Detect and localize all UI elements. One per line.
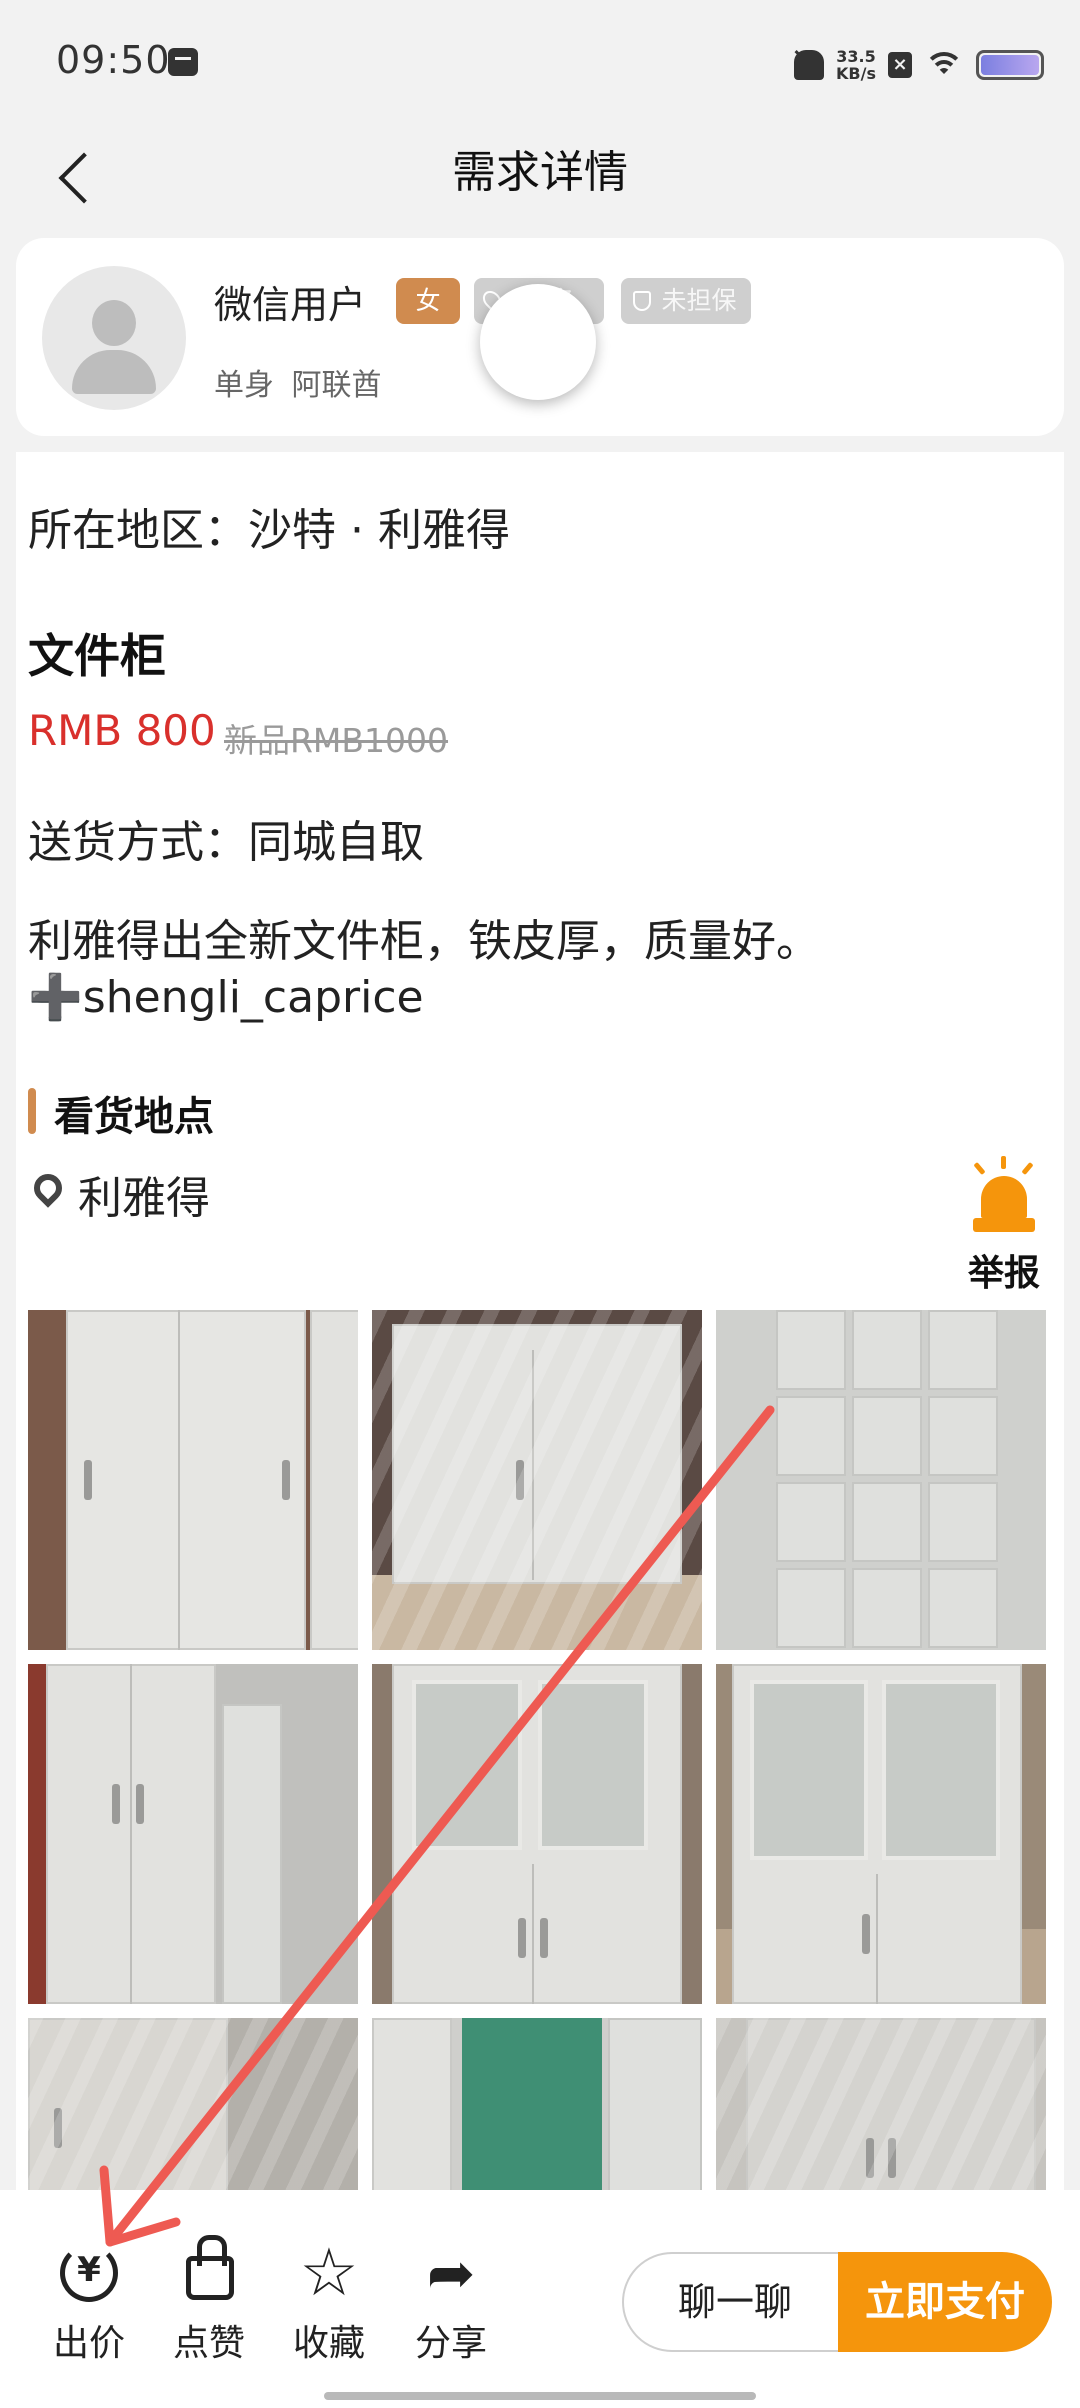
home-indicator[interactable] (324, 2392, 756, 2400)
user-name: 微信用户 (214, 283, 367, 327)
product-photo[interactable] (716, 1310, 1046, 1650)
share-arrow-icon: ➦ (426, 2239, 476, 2307)
listing-content: 所在地区：沙特 · 利雅得 文件柜 RMB 800 新品RMB1000 送货方式… (16, 452, 1064, 2358)
section-accent-bar (28, 1088, 36, 1134)
offer-label: 出价 (52, 2323, 125, 2364)
floating-assistive-button[interactable] (480, 284, 596, 400)
like-label: 点赞 (172, 2323, 245, 2364)
chat-button[interactable]: 聊一聊 (622, 2252, 848, 2352)
like-button[interactable]: 点赞 (154, 2235, 264, 2366)
guarantee-badge-label: 未担保 (661, 286, 737, 315)
report-siren-icon (967, 1156, 1041, 1240)
description-line: 利雅得出全新文件柜，铁皮厚，质量好。 (28, 916, 820, 967)
offer-currency-symbol: ¥ (77, 2250, 101, 2290)
pay-now-button[interactable]: 立即支付 (838, 2252, 1052, 2352)
product-photo[interactable] (372, 1664, 702, 2004)
region-text: 所在地区：沙特 · 利雅得 (28, 505, 510, 556)
product-photo[interactable] (28, 1664, 358, 2004)
navigation-bar: 需求详情 (0, 120, 1080, 240)
offer-icon: ¥ (54, 2238, 124, 2308)
network-speed: 33.5 KB/s (836, 48, 876, 82)
offer-button[interactable]: ¥ 出价 (34, 2238, 144, 2366)
network-speed-value: 33.5 (836, 47, 876, 66)
report-button[interactable]: 举报 (954, 1156, 1054, 1296)
product-title: 文件柜 (28, 629, 166, 683)
status-indicators: 33.5 KB/s × (794, 40, 1044, 90)
network-speed-unit: KB/s (836, 64, 876, 83)
share-button[interactable]: ➦ 分享 (396, 2238, 506, 2366)
delivery-method: 送货方式：同城自取 (28, 817, 424, 868)
like-thumb-icon (174, 2235, 244, 2308)
location-section-title: 看货地点 (54, 1094, 214, 1140)
user-subinfo: 单身 阿联酋 (214, 360, 382, 404)
description-line: ➕shengli_caprice (28, 972, 424, 1023)
guarantee-badge: 未担保 (621, 278, 751, 324)
report-label: 举报 (967, 1253, 1040, 1294)
description: 利雅得出全新文件柜，铁皮厚，质量好。 ➕shengli_caprice (28, 914, 948, 1026)
user-country: 阿联酋 (291, 368, 382, 403)
price: RMB 800 (28, 706, 216, 755)
wifi-icon (924, 50, 964, 80)
location-pin-icon (28, 1168, 68, 1208)
product-photo[interactable] (28, 1310, 358, 1650)
product-photo[interactable] (372, 1310, 702, 1650)
status-bar: 09:50 33.5 KB/s × (0, 0, 1080, 120)
original-price: 新品RMB1000 (224, 721, 449, 760)
status-time: 09:50 (56, 38, 171, 82)
message-notification-icon (168, 48, 198, 76)
gender-badge: 女 (396, 278, 460, 324)
page-title: 需求详情 (452, 147, 628, 198)
product-photo[interactable] (716, 1664, 1046, 2004)
favorite-star-icon: ☆ (299, 2234, 359, 2311)
location-text[interactable]: 利雅得 (78, 1162, 210, 1226)
app-notification-icon: × (888, 52, 912, 78)
marital-status: 单身 (214, 368, 274, 403)
shield-icon (633, 291, 651, 311)
bottom-action-bar: ¥ 出价 点赞 ☆ 收藏 ➦ 分享 聊一聊 立即支付 (0, 2190, 1080, 2408)
share-label: 分享 (414, 2323, 487, 2364)
battery-icon (976, 50, 1044, 80)
mute-bell-icon (794, 50, 825, 80)
favorite-button[interactable]: ☆ 收藏 (274, 2238, 384, 2366)
avatar[interactable] (42, 266, 186, 410)
favorite-label: 收藏 (292, 2323, 365, 2364)
